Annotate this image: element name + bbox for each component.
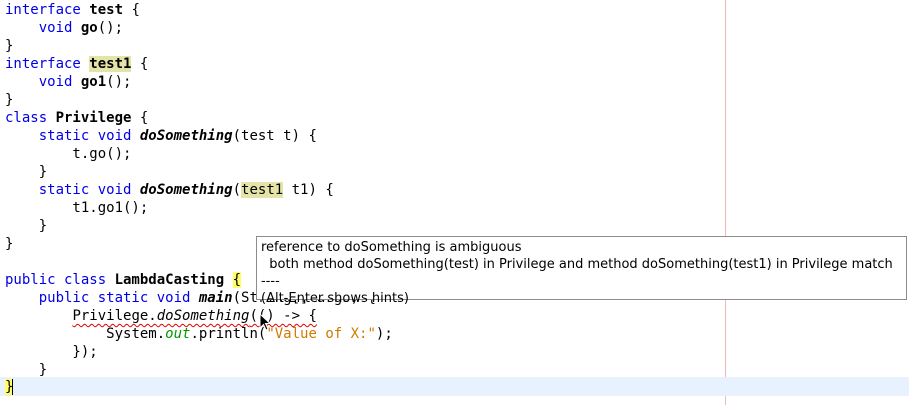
code-line-5: void go1(); xyxy=(38,74,132,90)
error-tooltip: reference to doSomething is ambiguous bo… xyxy=(256,236,907,306)
code-line-14: } xyxy=(5,236,14,252)
code-line-4: interface test1 { xyxy=(5,56,149,72)
code-line-22: } xyxy=(5,378,14,396)
code-line-6: } xyxy=(5,92,14,108)
code-line-19: System.out.println("Value of X:"); xyxy=(106,326,393,342)
right-margin-guide xyxy=(725,0,726,405)
code-line-1: interface test { xyxy=(5,2,140,18)
tooltip-detail: both method doSomething(test) in Privile… xyxy=(261,257,893,272)
tooltip-title: reference to doSomething is ambiguous xyxy=(261,240,522,255)
tooltip-hint: (Alt-Enter shows hints) xyxy=(261,291,409,306)
current-line-highlight xyxy=(0,377,909,396)
code-line-10: } xyxy=(5,164,48,180)
code-line-13: } xyxy=(5,218,48,234)
code-line-20: }); xyxy=(5,344,98,360)
code-line-8: static void doSomething(test t) { xyxy=(38,128,317,144)
text-caret xyxy=(12,379,14,395)
mouse-pointer-icon xyxy=(259,313,271,331)
tooltip-separator: ---- xyxy=(261,274,280,289)
code-line-2: void go(); xyxy=(38,20,124,36)
code-line-16: public class LambdaCasting { xyxy=(5,272,242,288)
matching-brace-open: { xyxy=(232,272,242,288)
code-line-9: t.go(); xyxy=(5,146,132,162)
code-line-7: class Privilege { xyxy=(5,110,149,126)
code-line-21: } xyxy=(5,362,48,378)
code-editor[interactable]: interface test { void go(); } interface … xyxy=(0,0,909,405)
code-line-11: static void doSomething(test1 t1) { xyxy=(38,182,334,198)
code-line-3: } xyxy=(5,38,14,54)
code-line-12: t1.go1(); xyxy=(5,200,149,216)
